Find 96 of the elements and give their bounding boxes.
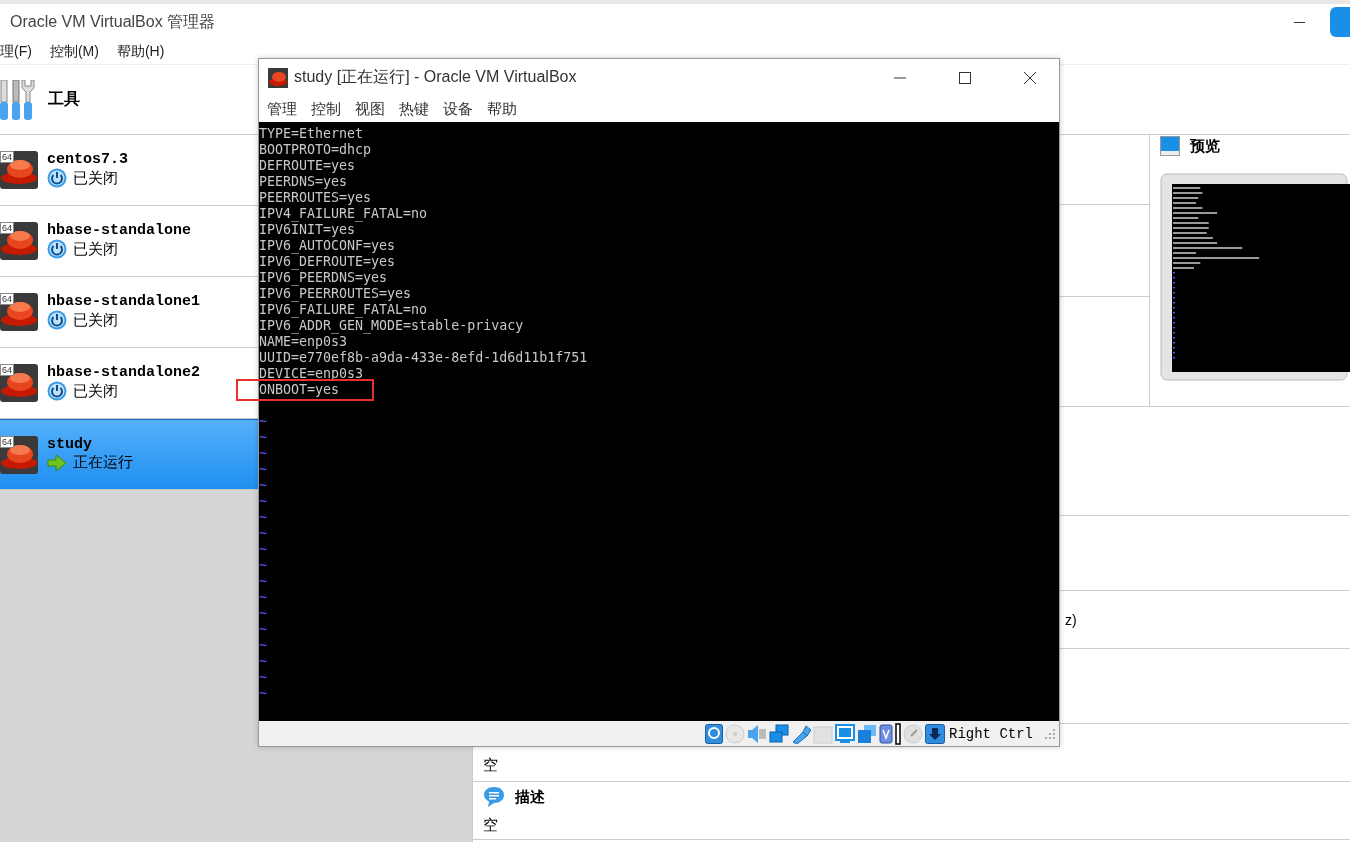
tilde-marker: ~ <box>259 430 267 445</box>
console-line: UUID=e770ef8b-a9da-433e-8efd-1d6d11b1f751 <box>259 350 588 365</box>
vm-list-item[interactable]: 64 study 正在运行 <box>0 419 258 490</box>
folder-icon <box>813 723 833 744</box>
tilde-marker: ~ <box>259 654 267 669</box>
monitor-icon <box>1160 136 1180 156</box>
console-line: IPV6_AUTOCONF=yes <box>259 238 396 253</box>
console-line: IPV6_FAILURE_FATAL=no <box>259 302 428 317</box>
console-line: DEFROUTE=yes <box>259 158 356 173</box>
hat-icon <box>0 151 38 189</box>
host-key-label: Right Ctrl <box>949 725 1033 742</box>
console-line: BOOTPROTO=dhcp <box>259 142 372 157</box>
menu-item[interactable]: 帮助 <box>487 99 517 119</box>
vm-list-item[interactable]: 64 centos7.3 已关闭 <box>0 135 258 206</box>
menu-item[interactable]: 热键 <box>399 99 429 119</box>
close-icon <box>1023 71 1036 84</box>
bit-label: 64 <box>0 293 14 305</box>
bit-label: 64 <box>0 364 14 376</box>
chip-icon <box>879 723 893 744</box>
vm-name: hbase-standalone1 <box>47 294 201 310</box>
speaker-icon <box>747 723 767 744</box>
tilde-marker: ~ <box>259 510 267 525</box>
console-line: NAME=enp0s3 <box>259 334 348 349</box>
tilde-marker: ~ <box>259 414 267 429</box>
vm-name: hbase-standalone <box>47 223 192 239</box>
vm-name: study <box>47 437 93 453</box>
vm-status: 已关闭 <box>73 381 118 401</box>
vm-status: 已关闭 <box>73 310 118 330</box>
bit-label: 64 <box>0 435 14 448</box>
tilde-marker: ~ <box>259 670 267 685</box>
tilde-marker: ~ <box>259 638 267 653</box>
vm-list-item[interactable]: 64 hbase-standalone 已关闭 <box>0 206 258 277</box>
console-line: IPV6_DEFROUTE=yes <box>259 254 396 269</box>
maximize-icon <box>958 71 971 84</box>
vm-name: centos7.3 <box>47 152 128 168</box>
tilde-marker: ~ <box>259 542 267 557</box>
tilde-marker: ~ <box>259 686 267 701</box>
tilde-marker: ~ <box>259 622 267 637</box>
tilde-marker: ~ <box>259 462 267 477</box>
hat-icon <box>0 222 38 260</box>
resize-grip-icon[interactable] <box>1045 728 1055 739</box>
window-title: study [正在运行] - Oracle VM VirtualBox <box>294 67 577 87</box>
console-line: TYPE=Ethernet <box>259 126 364 141</box>
tilde-marker: ~ <box>259 574 267 589</box>
vm-list-item[interactable]: 64 hbase-standalone2 已关闭 <box>0 348 258 419</box>
menu-item[interactable]: 控制 <box>311 99 341 119</box>
network-icon <box>769 723 789 744</box>
download-icon <box>925 723 945 744</box>
tilde-marker: ~ <box>259 494 267 509</box>
console-line: DEVICE=enp0s3 <box>259 366 364 381</box>
os-icon <box>268 67 288 88</box>
console-line: IPV6INIT=yes <box>259 222 356 237</box>
monitor-icon <box>835 723 855 744</box>
detail-value: 空 <box>482 815 499 835</box>
tilde-marker: ~ <box>259 558 267 573</box>
tilde-marker: ~ <box>259 606 267 621</box>
tilde-marker: ~ <box>259 526 267 541</box>
menu-item[interactable]: 帮助(H) <box>116 43 165 61</box>
tilde-marker: ~ <box>259 478 267 493</box>
console-line: IPV4_FAILURE_FATAL=no <box>259 206 428 221</box>
usb-icon <box>791 723 811 744</box>
vm-status: 已关闭 <box>73 168 118 188</box>
tilde-marker: ~ <box>259 446 267 461</box>
minimize-icon[interactable] <box>1294 21 1305 23</box>
bit-label: 64 <box>0 151 14 163</box>
tools-icon <box>0 79 36 120</box>
tilde-marker: ~ <box>259 590 267 605</box>
windows-icon <box>857 723 877 744</box>
tools-item[interactable]: 工具 <box>0 65 258 135</box>
hat-icon <box>0 293 38 331</box>
mouse-icon <box>903 723 923 744</box>
vm-status: 已关闭 <box>73 239 118 259</box>
vm-status: 正在运行 <box>73 453 133 472</box>
bit-label: 64 <box>0 222 14 234</box>
console-line: IPV6_PEERROUTES=yes <box>259 286 412 301</box>
vm-list-item[interactable]: 64 hbase-standalone1 已关闭 <box>0 277 258 348</box>
console-line: PEERDNS=yes <box>259 174 348 189</box>
menu-item[interactable]: 管理 <box>267 99 297 119</box>
console-line: IPV6_PEERDNS=yes <box>259 270 388 285</box>
console-line: PEERROUTES=yes <box>259 190 372 205</box>
console-line: IPV6_ADDR_GEN_MODE=stable-privacy <box>259 318 524 333</box>
section-title: 预览 <box>1190 136 1220 156</box>
detail-text: z) <box>1065 611 1077 628</box>
hat-icon <box>0 364 38 402</box>
hat-icon <box>0 435 38 474</box>
speech-bubble-icon <box>483 786 505 808</box>
toolbar-button[interactable] <box>1330 7 1350 37</box>
vm-name: hbase-standalone2 <box>47 365 201 381</box>
menu-item[interactable]: 设备 <box>443 99 473 119</box>
menu-item[interactable]: 控制(M) <box>49 43 99 61</box>
detail-value: 空 <box>483 756 498 775</box>
console-line: ONBOOT=yes <box>259 382 340 397</box>
menu-item[interactable]: 理(F) <box>0 43 32 61</box>
menu-item[interactable]: 视图 <box>355 99 385 119</box>
window-title: Oracle VM VirtualBox 管理器 <box>10 11 216 32</box>
section-title: 描述 <box>515 787 545 807</box>
